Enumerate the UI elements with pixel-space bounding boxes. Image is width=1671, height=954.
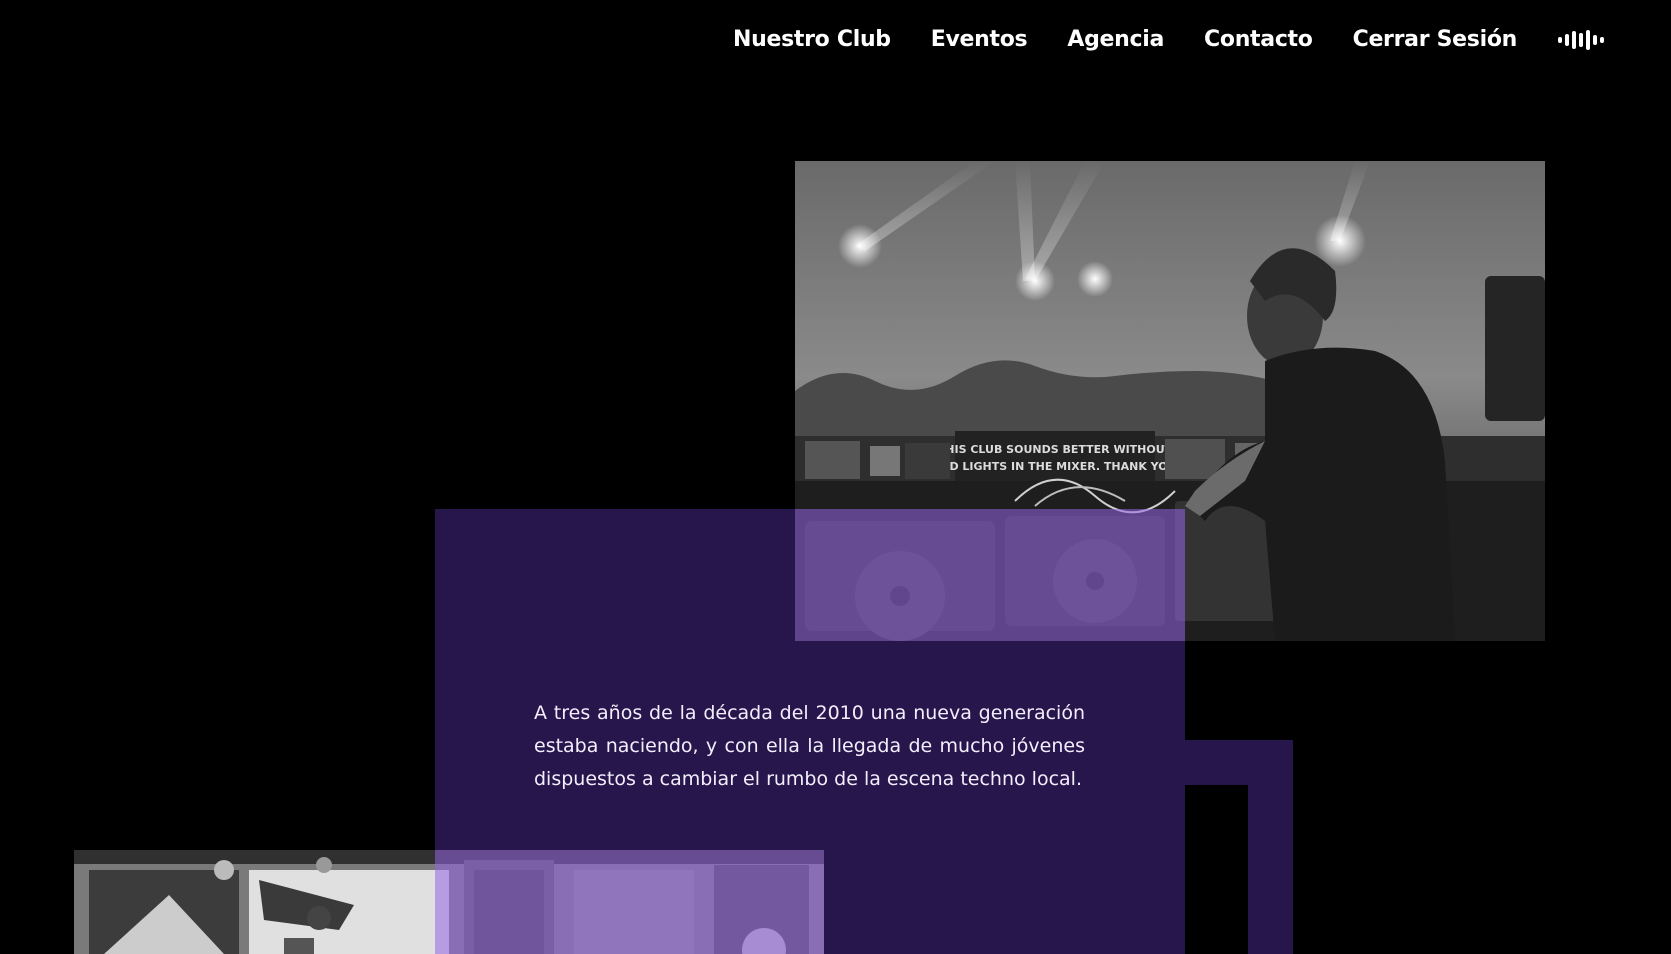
dj-photo: THIS CLUB SOUNDS BETTER WITHOUT RED LIGH… — [795, 161, 1545, 641]
purple-overlay-tint-bottom — [435, 850, 824, 954]
nav-link-eventos[interactable]: Eventos — [931, 20, 1028, 60]
top-navigation: Nuestro Club Eventos Agencia Contacto Ce… — [733, 20, 1607, 60]
banner-text-line1: THIS CLUB SOUNDS BETTER WITHOUT — [938, 443, 1173, 456]
nav-link-cerrar-sesion[interactable]: Cerrar Sesión — [1353, 20, 1518, 60]
banner-text-line2: RED LIGHTS IN THE MIXER. THANK YOU — [933, 460, 1176, 473]
nav-link-nuestro-club[interactable]: Nuestro Club — [733, 20, 891, 60]
decorative-cutout — [1185, 785, 1248, 954]
club-interior-photo — [74, 850, 824, 954]
intro-paragraph: A tres años de la década del 2010 una nu… — [534, 702, 1085, 790]
nav-link-agencia[interactable]: Agencia — [1067, 20, 1164, 60]
sound-wave-icon[interactable] — [1557, 28, 1607, 52]
purple-overlay-tint — [795, 509, 1185, 641]
nav-link-contacto[interactable]: Contacto — [1204, 20, 1313, 60]
